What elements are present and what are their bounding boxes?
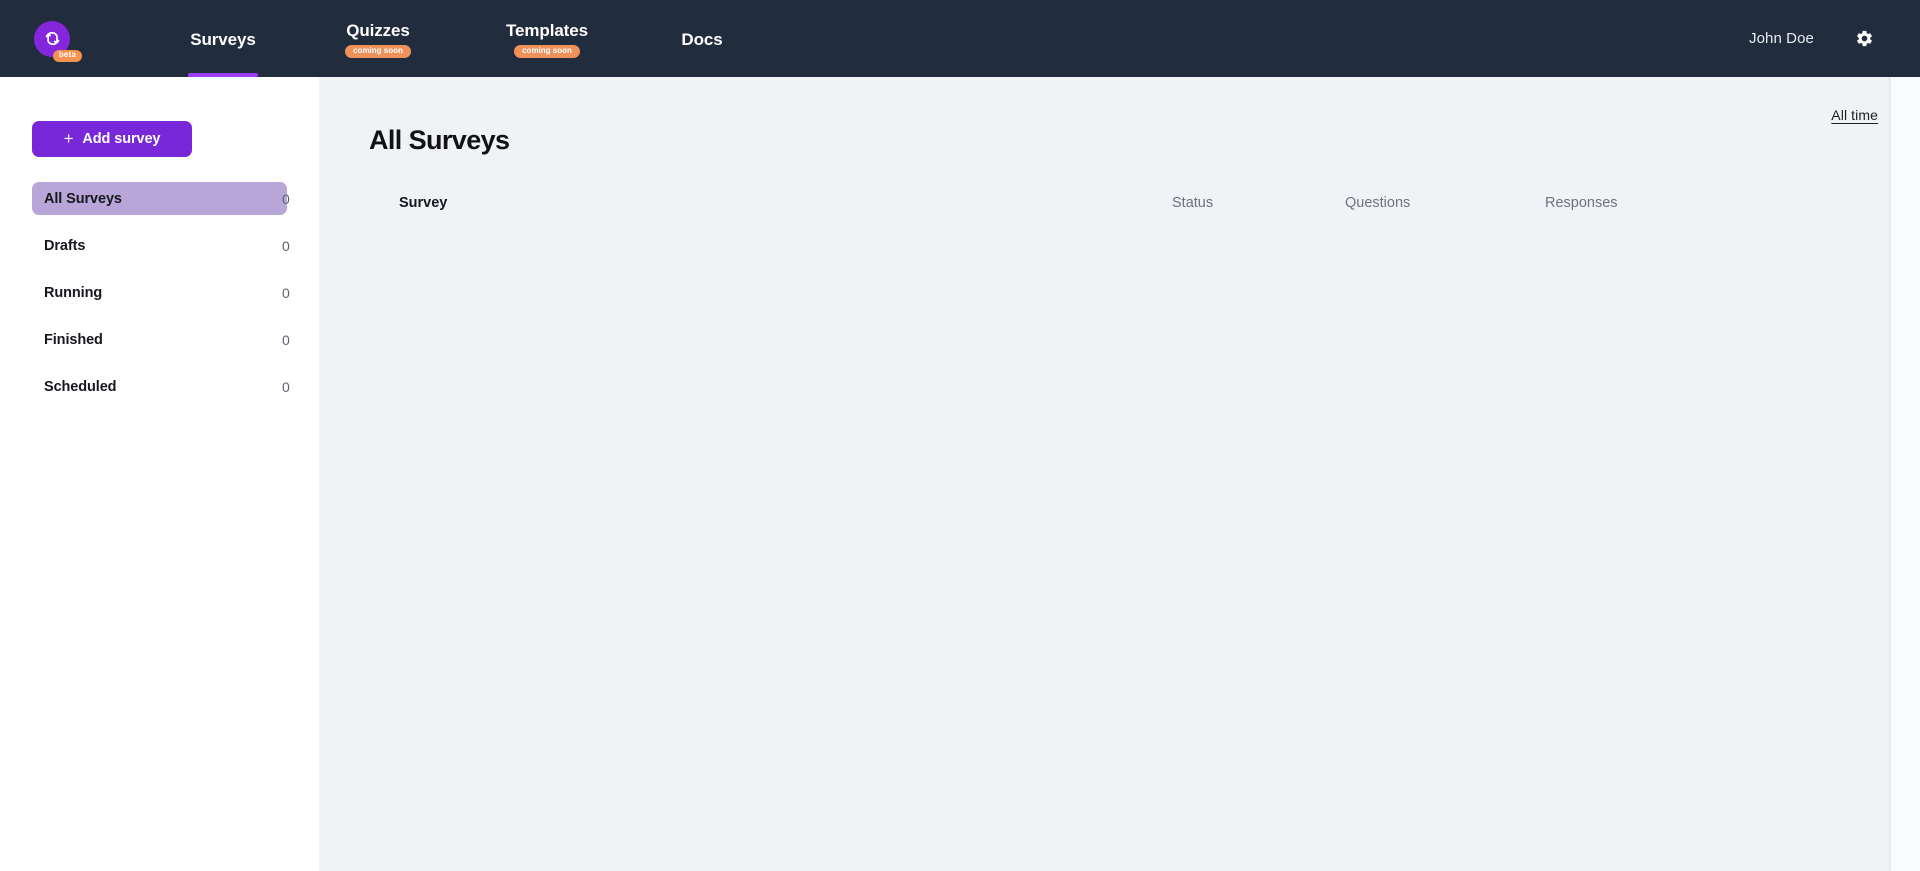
page-title: All Surveys bbox=[369, 125, 510, 155]
sidebar-label-finished: Finished bbox=[44, 331, 103, 348]
nav-item-quizzes[interactable]: Quizzes coming soon bbox=[294, 0, 462, 77]
main-navigation: Surveys Quizzes coming soon Templates co… bbox=[152, 0, 772, 77]
sidebar-filter-list: All Surveys 0 Drafts 0 Running 0 Finishe… bbox=[0, 182, 319, 417]
nav-item-templates[interactable]: Templates coming soon bbox=[462, 0, 632, 77]
column-header-responses: Responses bbox=[1545, 195, 1618, 211]
top-header: beta Surveys Quizzes coming soon Templat… bbox=[0, 0, 1920, 77]
app-logo[interactable]: beta bbox=[26, 13, 82, 65]
column-header-survey: Survey bbox=[399, 195, 448, 211]
nav-label-templates: Templates bbox=[506, 20, 588, 40]
sidebar-item-running[interactable]: Running 0 bbox=[32, 276, 290, 309]
sidebar-count-running: 0 bbox=[282, 284, 290, 301]
app-root: beta Surveys Quizzes coming soon Templat… bbox=[0, 0, 1920, 871]
sidebar-count-finished: 0 bbox=[282, 331, 290, 348]
sidebar: + Add survey All Surveys 0 Drafts 0 Runn… bbox=[0, 77, 319, 871]
coming-soon-badge-templates: coming soon bbox=[514, 44, 580, 58]
page-body: + Add survey All Surveys 0 Drafts 0 Runn… bbox=[0, 77, 1920, 871]
sidebar-item-all-surveys[interactable]: All Surveys 0 bbox=[32, 182, 290, 215]
nav-label-quizzes: Quizzes bbox=[346, 20, 410, 40]
nav-item-docs[interactable]: Docs bbox=[632, 0, 772, 77]
sidebar-count-scheduled: 0 bbox=[282, 378, 290, 395]
surveys-table: Survey Status Questions Responses App bbox=[367, 188, 1878, 871]
nav-label-surveys: Surveys bbox=[190, 30, 256, 49]
sidebar-item-drafts[interactable]: Drafts 0 bbox=[32, 229, 290, 262]
plus-icon: + bbox=[63, 128, 74, 148]
beta-badge: beta bbox=[52, 49, 82, 62]
sidebar-label-running: Running bbox=[44, 284, 103, 301]
sidebar-label-scheduled: Scheduled bbox=[44, 378, 117, 395]
add-survey-label: Add survey bbox=[82, 131, 161, 147]
nav-item-surveys[interactable]: Surveys bbox=[152, 0, 294, 77]
table-body-empty bbox=[367, 218, 1878, 871]
sidebar-count-all-surveys: 0 bbox=[282, 190, 290, 207]
column-header-app: App bbox=[1748, 0, 1878, 639]
column-header-status: Status bbox=[1172, 195, 1214, 211]
nav-label-docs: Docs bbox=[681, 30, 723, 49]
table-header-row: Survey Status Questions Responses App bbox=[367, 188, 1878, 218]
sidebar-item-finished[interactable]: Finished 0 bbox=[32, 323, 290, 356]
sidebar-label-all-surveys: All Surveys bbox=[44, 190, 122, 207]
main-inner: All time All Surveys Survey Status Quest… bbox=[319, 77, 1920, 871]
sidebar-item-scheduled[interactable]: Scheduled 0 bbox=[32, 370, 290, 403]
coming-soon-badge-quizzes: coming soon bbox=[345, 44, 411, 58]
page-scrollbar-track[interactable] bbox=[1890, 77, 1920, 871]
sidebar-label-drafts: Drafts bbox=[44, 237, 86, 254]
column-header-questions: Questions bbox=[1345, 195, 1411, 211]
time-filter-row: All time bbox=[367, 77, 1878, 123]
sidebar-count-drafts: 0 bbox=[282, 237, 290, 254]
add-survey-button[interactable]: + Add survey bbox=[32, 121, 192, 157]
main-content: All time All Surveys Survey Status Quest… bbox=[319, 77, 1920, 871]
